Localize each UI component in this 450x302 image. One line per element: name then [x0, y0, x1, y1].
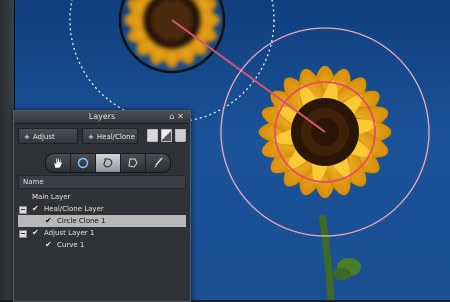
polygon-clone-icon[interactable] [121, 154, 146, 172]
freeform-clone-icon[interactable] [96, 154, 121, 172]
layer-row-curve[interactable]: ✔ Curve 1 [18, 239, 186, 251]
layer-row-main[interactable]: Main Layer [18, 191, 186, 203]
layer-label: Circle Clone 1 [57, 217, 106, 225]
hand-tool-icon[interactable] [46, 154, 71, 172]
layer-label: Heal/Clone Layer [44, 205, 104, 213]
add-adjust-layer-button[interactable]: + Adjust [18, 128, 78, 144]
add-heal-label: Heal/Clone [96, 133, 135, 141]
visibility-check-icon[interactable]: ✔ [45, 239, 52, 251]
panel-title-bar[interactable]: Layers ⌂✕ [14, 111, 190, 124]
layer-row-heal-clone[interactable]: ✔ Heal/Clone Layer [18, 203, 186, 215]
layer-label: Main Layer [32, 193, 71, 201]
trash-icon[interactable] [175, 129, 186, 142]
layers-toolbar: + Adjust + Heal/Clone [14, 124, 190, 148]
panel-title: Layers [88, 112, 116, 121]
clone-tools-bar [14, 148, 190, 175]
tool-segmented-control [45, 153, 171, 173]
add-heal-layer-button[interactable]: + Heal/Clone [82, 128, 138, 144]
plus-icon: + [88, 133, 94, 141]
add-adjust-label: Adjust [32, 133, 55, 141]
stem [318, 214, 335, 300]
brush-icon[interactable] [146, 154, 170, 172]
collapse-icon[interactable] [19, 206, 27, 214]
circle-clone-icon[interactable] [71, 154, 96, 172]
layer-row-circle-clone[interactable]: ✔ Circle Clone 1 [18, 215, 186, 227]
layer-list-header[interactable]: Name [18, 175, 186, 189]
layers-panel: Layers ⌂✕ + Adjust + Heal/Clone Name Mai… [13, 110, 191, 302]
visibility-check-icon[interactable]: ✔ [32, 203, 39, 215]
visibility-check-icon[interactable]: ✔ [32, 227, 39, 239]
collapse-icon[interactable] [19, 230, 27, 238]
close-icon[interactable]: ✕ [177, 112, 187, 121]
layer-label: Curve 1 [57, 241, 85, 249]
duplicate-layer-icon[interactable] [147, 129, 158, 142]
layer-list: Main Layer ✔ Heal/Clone Layer ✔ Circle C… [18, 191, 186, 251]
leaf-bud [333, 258, 361, 280]
layer-label: Adjust Layer 1 [44, 229, 95, 237]
plus-icon: + [24, 133, 30, 141]
layer-row-adjust[interactable]: ✔ Adjust Layer 1 [18, 227, 186, 239]
visibility-check-icon[interactable]: ✔ [45, 215, 52, 227]
mask-icon[interactable] [161, 129, 172, 142]
